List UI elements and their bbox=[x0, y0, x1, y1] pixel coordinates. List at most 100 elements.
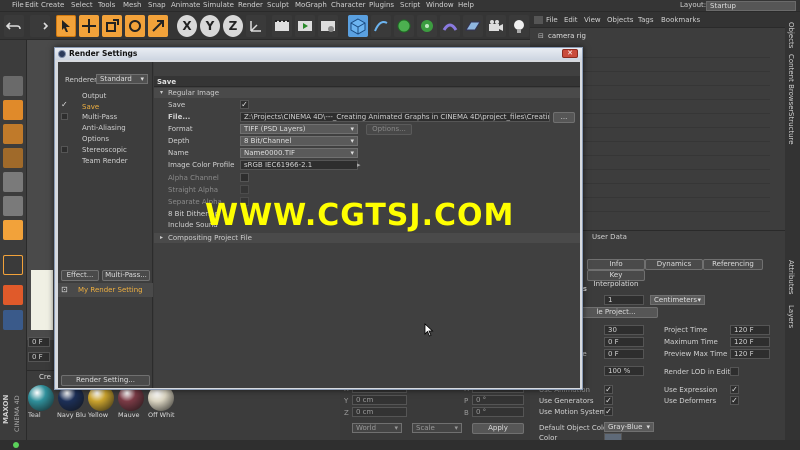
project-time-field[interactable]: 120 F bbox=[730, 325, 770, 335]
render-settings-icon[interactable] bbox=[318, 15, 338, 37]
om-menu-bookmarks[interactable]: Bookmarks bbox=[661, 16, 700, 24]
regular-image-group[interactable]: ▾ Regular Image bbox=[154, 88, 580, 98]
menu-sculpt[interactable]: Sculpt bbox=[267, 1, 289, 9]
rot-p-field[interactable]: 0 ° bbox=[472, 395, 524, 405]
nav-multipass-checkbox[interactable] bbox=[61, 113, 68, 120]
om-menu-edit[interactable]: Edit bbox=[564, 16, 578, 24]
nav-multipass[interactable]: Multi-Pass bbox=[82, 113, 117, 121]
use-generators-checkbox[interactable]: ✓ bbox=[604, 396, 613, 405]
maximum-time-field[interactable]: 120 F bbox=[730, 337, 770, 347]
tab-attributes[interactable]: Attributes bbox=[787, 260, 795, 295]
tab-referencing[interactable]: Referencing bbox=[703, 259, 763, 270]
expand-icon[interactable]: ⊟ bbox=[538, 32, 544, 40]
use-deformers-checkbox[interactable]: ✓ bbox=[730, 396, 739, 405]
world-select[interactable]: World bbox=[352, 423, 402, 433]
menu-simulate[interactable]: Simulate bbox=[203, 1, 234, 9]
nav-save-check-icon[interactable]: ✓ bbox=[61, 101, 69, 109]
nav-antialiasing[interactable]: Anti-Aliasing bbox=[82, 124, 126, 132]
compositing-group[interactable]: ▸ Compositing Project File bbox=[154, 233, 580, 243]
user-data-tab[interactable]: User Data bbox=[592, 233, 627, 241]
axis-mode-icon[interactable] bbox=[3, 255, 23, 275]
multipass-button[interactable]: Multi-Pass... bbox=[102, 270, 150, 281]
menu-render[interactable]: Render bbox=[238, 1, 263, 9]
scale-tool-icon[interactable] bbox=[102, 15, 122, 37]
om-menu-objects[interactable]: Objects bbox=[607, 16, 633, 24]
format-select[interactable]: TIFF (PSD Layers) bbox=[240, 124, 358, 134]
workplane-mode-icon[interactable] bbox=[3, 148, 23, 168]
use-motion-checkbox[interactable]: ✓ bbox=[604, 407, 613, 416]
render-view-icon[interactable] bbox=[272, 15, 292, 37]
menu-window[interactable]: Window bbox=[426, 1, 454, 9]
file-path-field[interactable]: Z:\Projects\CINEMA 4D\---_Creating Anima… bbox=[240, 112, 550, 122]
tab-content-browser[interactable]: Content Browser bbox=[787, 54, 795, 112]
z-axis-lock[interactable]: Z bbox=[223, 15, 243, 37]
recent-tool-icon[interactable] bbox=[148, 15, 168, 37]
lod-field[interactable]: 100 % bbox=[604, 366, 644, 376]
file-browse-button[interactable]: ... bbox=[553, 112, 575, 123]
tab-layers[interactable]: Layers bbox=[787, 305, 795, 328]
texture-mode-icon[interactable] bbox=[3, 124, 23, 144]
tab-key-interpolation[interactable]: Key Interpolation bbox=[587, 270, 645, 288]
close-icon[interactable]: ✕ bbox=[562, 49, 578, 58]
pos-z-field[interactable]: 0 cm bbox=[352, 407, 407, 417]
subdivision-surface-icon[interactable] bbox=[394, 15, 414, 37]
min-time-field[interactable]: 0 F bbox=[604, 337, 644, 347]
scale-select[interactable]: Scale bbox=[412, 423, 462, 433]
default-color-select[interactable]: Gray-Blue bbox=[604, 422, 654, 432]
om-menu-view[interactable]: View bbox=[584, 16, 601, 24]
floor-icon[interactable] bbox=[463, 15, 483, 37]
start-frame-field[interactable]: 0 F bbox=[28, 337, 50, 347]
render-picture-viewer-icon[interactable] bbox=[295, 15, 315, 37]
nav-stereoscopic[interactable]: Stereoscopic bbox=[82, 146, 127, 154]
depth-select[interactable]: 8 Bit/Channel bbox=[240, 136, 358, 146]
preview-min-field[interactable]: 0 F bbox=[604, 349, 644, 359]
render-setting-row[interactable]: ⊡ My Render Setting bbox=[58, 283, 153, 297]
undo-icon[interactable] bbox=[4, 15, 24, 37]
object-row[interactable]: ⊟ camera rig bbox=[538, 32, 770, 42]
deformer-icon[interactable] bbox=[440, 15, 460, 37]
points-mode-icon[interactable] bbox=[3, 172, 23, 192]
straight-alpha-checkbox[interactable] bbox=[240, 185, 249, 194]
render-setting-name[interactable]: My Render Setting bbox=[78, 286, 143, 294]
current-frame-field[interactable]: 0 F bbox=[28, 352, 50, 362]
renderer-select[interactable]: Standard bbox=[96, 74, 148, 84]
menu-select[interactable]: Select bbox=[71, 1, 93, 9]
menu-file[interactable]: File bbox=[12, 1, 24, 9]
redo-icon[interactable] bbox=[30, 15, 50, 37]
tab-objects[interactable]: Objects bbox=[787, 22, 795, 48]
edges-mode-icon[interactable] bbox=[3, 196, 23, 216]
select-tool-icon[interactable] bbox=[56, 15, 76, 37]
light-icon[interactable] bbox=[509, 15, 529, 37]
profile-arrow-icon[interactable]: ▸ bbox=[357, 161, 361, 169]
object-name[interactable]: camera rig bbox=[548, 32, 586, 40]
collapse-icon[interactable]: ▾ bbox=[160, 89, 163, 96]
menu-help[interactable]: Help bbox=[458, 1, 474, 9]
fps-field[interactable]: 30 bbox=[604, 325, 644, 335]
om-menu-file[interactable]: File bbox=[546, 16, 558, 24]
menu-tools[interactable]: Tools bbox=[98, 1, 115, 9]
nav-options[interactable]: Options bbox=[82, 135, 109, 143]
pen-spline-icon[interactable] bbox=[371, 15, 391, 37]
rotate-tool-icon[interactable] bbox=[125, 15, 145, 37]
model-mode-icon[interactable] bbox=[3, 100, 23, 120]
nav-save[interactable]: Save bbox=[82, 103, 99, 111]
om-menu-tags[interactable]: Tags bbox=[638, 16, 654, 24]
snap-icon[interactable] bbox=[3, 285, 23, 305]
use-expression-checkbox[interactable]: ✓ bbox=[730, 385, 739, 394]
effect-button[interactable]: Effect... bbox=[61, 270, 99, 281]
camera-icon[interactable] bbox=[486, 15, 506, 37]
nav-output[interactable]: Output bbox=[82, 92, 106, 100]
preview-max-field[interactable]: 120 F bbox=[730, 349, 770, 359]
nav-team-render[interactable]: Team Render bbox=[82, 157, 128, 165]
array-generator-icon[interactable] bbox=[417, 15, 437, 37]
apply-button[interactable]: Apply bbox=[472, 423, 524, 434]
pos-y-field[interactable]: 0 cm bbox=[352, 395, 407, 405]
save-checkbox[interactable]: ✓ bbox=[240, 100, 249, 109]
scale-field[interactable]: 1 bbox=[604, 295, 644, 305]
cube-object-icon[interactable] bbox=[348, 15, 368, 37]
y-axis-lock[interactable]: Y bbox=[200, 15, 220, 37]
nav-stereoscopic-checkbox[interactable] bbox=[61, 146, 68, 153]
units-select[interactable]: Centimeters bbox=[650, 295, 705, 305]
workplane-icon[interactable] bbox=[3, 310, 23, 330]
use-animation-checkbox[interactable]: ✓ bbox=[604, 385, 613, 394]
